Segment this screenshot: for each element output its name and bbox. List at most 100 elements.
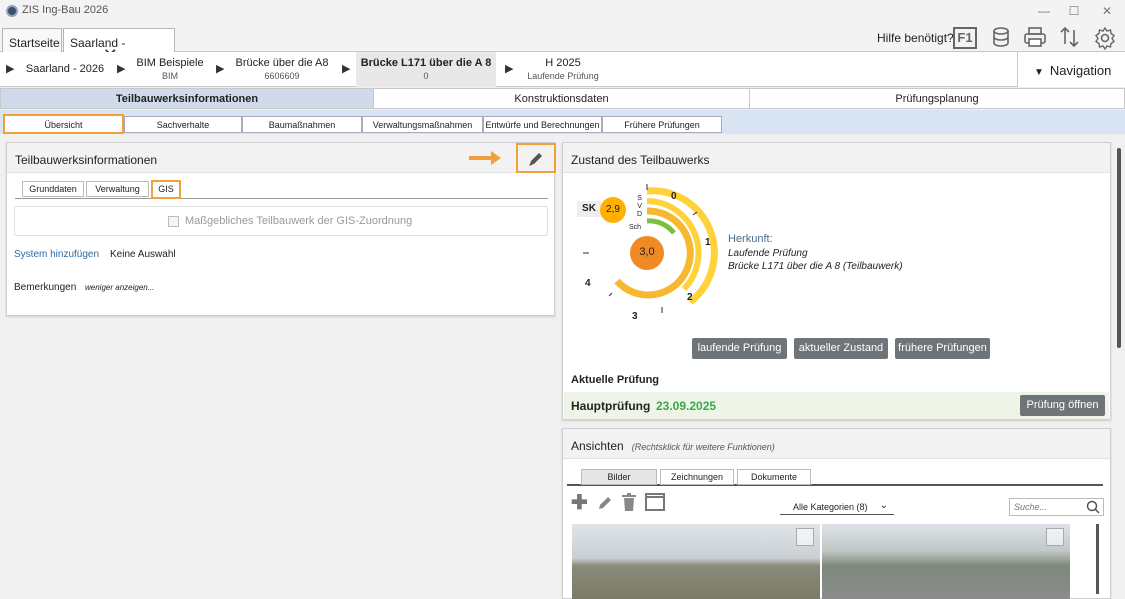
sort-icon[interactable] [1057,26,1083,50]
category-select-value: Alle Kategorien (8) [793,502,868,512]
scale-label-4: 4 [585,278,591,289]
remarks-toggle[interactable]: weniger anzeigen... [85,283,154,292]
tab-dokumente[interactable]: Dokumente [737,469,811,485]
chevron-right-icon: ▶ [117,63,126,75]
tab-zeichnungen[interactable]: Zeichnungen [660,469,734,485]
views-panel-header: Ansichten (Rechtsklick für weitere Funkti… [563,429,1110,459]
open-inspection-button[interactable]: Prüfung öffnen [1020,395,1105,416]
tab-teilbauwerksinformationen[interactable]: Teilbauwerksinformationen [0,88,374,109]
print-icon[interactable] [1022,26,1048,50]
tab-grunddaten[interactable]: Grunddaten [22,181,84,197]
state-panel: Zustand des Teilbauwerks SK 2,9 3,0 S V … [562,142,1111,420]
tab-bilder[interactable]: Bilder [581,469,657,485]
scale-label-1: 1 [705,237,711,248]
help-text: Hilfe benötigt? [877,31,954,45]
tab-gis[interactable]: GIS [151,180,181,199]
laufende-pruefung-button[interactable]: laufende Prüfung [692,338,787,359]
breadcrumb-sublabel: 6606609 [264,71,300,81]
breadcrumb-label: Brücke über die A8 [235,57,329,69]
tab-entwuerfe[interactable]: Entwürfe und Berechnungen [483,116,602,133]
search-icon[interactable] [1086,500,1100,517]
breadcrumb-sublabel: BIM [161,71,178,81]
search-field[interactable] [1009,498,1104,516]
chevron-down-icon: ▼ [1034,67,1044,78]
tab-pruefungsplanung[interactable]: Prüfungsplanung [749,88,1125,109]
aktueller-zustand-button[interactable]: aktueller Zustand [794,338,888,359]
photo-thumbnail-1[interactable] [572,524,820,599]
gear-icon[interactable] [1092,26,1118,51]
ring-label-s: S [637,195,642,202]
origin-line1: Laufende Prüfung [728,248,808,259]
views-tabs: Bilder Zeichnungen Dokumente [567,469,1103,486]
edit-button[interactable] [516,143,556,173]
trash-icon[interactable] [621,493,637,514]
breadcrumb-sublabel: 0 [423,71,429,81]
tab-baumassnahmen[interactable]: Baumaßnahmen [242,116,362,133]
breadcrumb-label: Saarland - 2026 [25,63,105,75]
photo-select-checkbox[interactable] [796,528,814,546]
tab-konstruktionsdaten[interactable]: Konstruktionsdaten [373,88,750,109]
plus-icon[interactable]: ✚ [571,493,588,513]
tab-verwaltung[interactable]: Verwaltung [86,181,149,197]
tab-verwaltungsmassnahmen[interactable]: Verwaltungsmaßnahmen [362,116,483,133]
chevron-right-icon: ▶ [505,63,514,75]
ring-labels: S V D [637,195,642,219]
breadcrumb-item-bruecke-a8[interactable]: Brücke über die A8 6606609 [230,52,334,87]
scale-label-2: 2 [687,292,693,303]
photo-thumbnail-2[interactable] [822,524,1070,599]
remarks-label: Bemerkungen [14,282,77,293]
chevron-right-icon: ▶ [6,63,15,75]
state-panel-header: Zustand des Teilbauwerks [563,143,1110,173]
current-inspection-label: Aktuelle Prüfung [571,374,660,386]
breadcrumb-item-h2025[interactable]: H 2025 Laufende Prüfung [520,52,606,87]
page-scrollbar[interactable] [1117,148,1121,348]
breadcrumb: ▶ Saarland - 2026 ▶ BIM Beispiele BIM ▶ B… [0,52,1125,87]
breadcrumb-item-saarland[interactable]: Saarland - 2026 [22,52,108,87]
inspection-type: Hauptprüfung [571,399,651,413]
views-panel: Ansichten (Rechtsklick für weitere Funkti… [562,428,1111,599]
gis-checkbox[interactable] [168,216,179,227]
breadcrumb-item-bim[interactable]: BIM Beispiele BIM [132,52,208,87]
navigation-button[interactable]: ▼ Navigation [1017,52,1125,87]
pencil-icon[interactable] [596,494,614,515]
close-window-button[interactable]: ✕ [1093,2,1121,20]
info-tabs: Grunddaten Verwaltung GIS [15,180,548,199]
arrow-right-icon [467,148,507,171]
panel-title: Teilbauwerksinformationen [15,153,158,167]
ring-label-d: D [637,211,643,218]
center-value-badge: 3,0 [630,236,664,270]
origin-label: Herkunft: [728,233,773,245]
tab-fruehere-pruefungen[interactable]: Frühere Prüfungen [602,116,722,133]
ring-label-sch: Sch [629,224,642,231]
database-icon[interactable] [988,26,1014,50]
sk-value-badge: 2,9 [600,197,626,223]
panel-title: Zustand des Teilbauwerks [571,153,710,167]
views-scrollbar[interactable] [1096,524,1099,594]
tab-saarland-2026[interactable]: Saarland - 2026✕ [63,28,175,64]
breadcrumb-label: H 2025 [545,57,581,69]
tab-sachverhalte[interactable]: Sachverhalte [124,116,242,133]
chevron-right-icon: ▶ [342,63,351,75]
breadcrumb-item-bruecke-l171[interactable]: Brücke L171 über die A 8 0 [356,52,496,87]
breadcrumb-label: Brücke L171 über die A 8 [360,57,492,69]
info-panel: Teilbauwerksinformationen Grunddaten Ver… [6,142,556,316]
scale-label-3: 3 [632,311,638,322]
fruehere-pruefungen-button[interactable]: frühere Prüfungen [895,338,990,359]
app-logo-icon [6,5,18,17]
minimize-button[interactable]: — [1030,2,1058,20]
breadcrumb-label: BIM Beispiele [136,57,204,69]
chevron-down-icon: ⌄ [879,500,888,511]
category-select[interactable]: Alle Kategorien (8) ⌄ [780,499,894,515]
gis-box: Maßgebliches Teilbauwerk der GIS-Zuordnu… [14,206,548,236]
maximize-button[interactable]: ☐ [1060,2,1088,20]
tab-startseite[interactable]: Startseite [2,28,62,52]
archive-icon[interactable] [645,493,665,511]
search-input[interactable] [1014,500,1084,514]
tab-uebersicht[interactable]: Übersicht [3,114,124,134]
f1-help-button[interactable]: F1 [953,27,977,49]
panel-hint: (Rechtsklick für weitere Funktionen) [631,442,775,452]
current-inspection-row: Hauptprüfung 23.09.2025 Prüfung öffnen [564,392,1109,419]
system-add-link[interactable]: System hinzufügen [14,249,99,260]
gis-checkbox-label: Maßgebliches Teilbauwerk der GIS-Zuordnu… [185,215,413,227]
photo-select-checkbox[interactable] [1046,528,1064,546]
